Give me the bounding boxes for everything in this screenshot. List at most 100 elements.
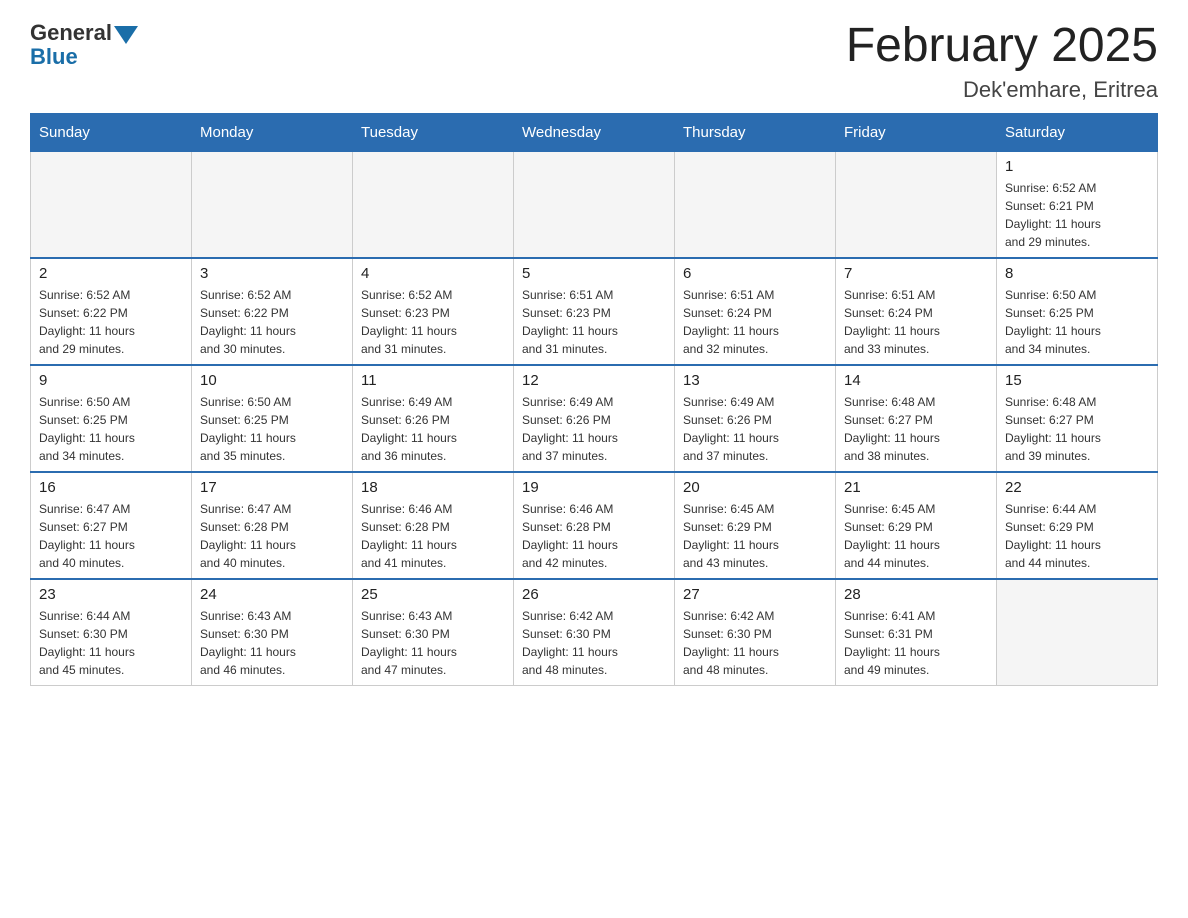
- day-info: Sunrise: 6:49 AM Sunset: 6:26 PM Dayligh…: [522, 393, 666, 465]
- day-number: 15: [1005, 372, 1149, 389]
- day-info: Sunrise: 6:45 AM Sunset: 6:29 PM Dayligh…: [683, 500, 827, 572]
- day-info: Sunrise: 6:50 AM Sunset: 6:25 PM Dayligh…: [200, 393, 344, 465]
- day-info: Sunrise: 6:48 AM Sunset: 6:27 PM Dayligh…: [844, 393, 988, 465]
- day-number: 23: [39, 586, 183, 603]
- calendar-week-5: 23 Sunrise: 6:44 AM Sunset: 6:30 PM Dayli…: [31, 579, 1158, 686]
- day-number: 3: [200, 265, 344, 282]
- calendar-cell: 24 Sunrise: 6:43 AM Sunset: 6:30 PM Dayli…: [192, 579, 353, 686]
- calendar-cell: 1Sunrise: 6:52 AM Sunset: 6:21 PM Daylig…: [997, 151, 1158, 258]
- day-number: 7: [844, 265, 988, 282]
- day-info: Sunrise: 6:46 AM Sunset: 6:28 PM Dayligh…: [522, 500, 666, 572]
- day-info: Sunrise: 6:52 AM Sunset: 6:23 PM Dayligh…: [361, 286, 505, 358]
- calendar-cell: 13 Sunrise: 6:49 AM Sunset: 6:26 PM Dayli…: [675, 365, 836, 472]
- calendar-week-2: 2 Sunrise: 6:52 AM Sunset: 6:22 PM Daylig…: [31, 258, 1158, 365]
- day-info: Sunrise: 6:44 AM Sunset: 6:29 PM Dayligh…: [1005, 500, 1149, 572]
- day-number: 27: [683, 586, 827, 603]
- day-number: 28: [844, 586, 988, 603]
- day-number: 2: [39, 265, 183, 282]
- calendar-cell: 2 Sunrise: 6:52 AM Sunset: 6:22 PM Daylig…: [31, 258, 192, 365]
- day-info: Sunrise: 6:51 AM Sunset: 6:24 PM Dayligh…: [683, 286, 827, 358]
- day-number: 24: [200, 586, 344, 603]
- month-title: February 2025: [846, 20, 1158, 73]
- calendar-cell: 18 Sunrise: 6:46 AM Sunset: 6:28 PM Dayli…: [353, 472, 514, 579]
- day-header-saturday: Saturday: [997, 113, 1158, 151]
- calendar-cell: 21 Sunrise: 6:45 AM Sunset: 6:29 PM Dayli…: [836, 472, 997, 579]
- logo: General Blue: [30, 20, 138, 70]
- calendar-cell: 23 Sunrise: 6:44 AM Sunset: 6:30 PM Dayli…: [31, 579, 192, 686]
- calendar-cell: 25 Sunrise: 6:43 AM Sunset: 6:30 PM Dayli…: [353, 579, 514, 686]
- calendar-cell: [353, 151, 514, 258]
- calendar-cell: 8 Sunrise: 6:50 AM Sunset: 6:25 PM Daylig…: [997, 258, 1158, 365]
- location: Dek'emhare, Eritrea: [846, 77, 1158, 103]
- calendar-week-1: 1Sunrise: 6:52 AM Sunset: 6:21 PM Daylig…: [31, 151, 1158, 258]
- calendar-cell: 26 Sunrise: 6:42 AM Sunset: 6:30 PM Dayli…: [514, 579, 675, 686]
- calendar-cell: 5Sunrise: 6:51 AM Sunset: 6:23 PM Daylig…: [514, 258, 675, 365]
- day-header-monday: Monday: [192, 113, 353, 151]
- day-info: Sunrise: 6:49 AM Sunset: 6:26 PM Dayligh…: [683, 393, 827, 465]
- day-info: Sunrise: 6:47 AM Sunset: 6:28 PM Dayligh…: [200, 500, 344, 572]
- page-header: General Blue February 2025 Dek'emhare, E…: [30, 20, 1158, 103]
- day-info: Sunrise: 6:41 AM Sunset: 6:31 PM Dayligh…: [844, 607, 988, 679]
- calendar-cell: [997, 579, 1158, 686]
- day-info: Sunrise: 6:50 AM Sunset: 6:25 PM Dayligh…: [39, 393, 183, 465]
- calendar-cell: 22 Sunrise: 6:44 AM Sunset: 6:29 PM Dayli…: [997, 472, 1158, 579]
- day-number: 4: [361, 265, 505, 282]
- day-info: Sunrise: 6:46 AM Sunset: 6:28 PM Dayligh…: [361, 500, 505, 572]
- day-number: 22: [1005, 479, 1149, 496]
- day-info: Sunrise: 6:49 AM Sunset: 6:26 PM Dayligh…: [361, 393, 505, 465]
- day-info: Sunrise: 6:43 AM Sunset: 6:30 PM Dayligh…: [361, 607, 505, 679]
- day-number: 18: [361, 479, 505, 496]
- day-info: Sunrise: 6:52 AM Sunset: 6:22 PM Dayligh…: [200, 286, 344, 358]
- calendar-cell: [192, 151, 353, 258]
- calendar-cell: 16 Sunrise: 6:47 AM Sunset: 6:27 PM Dayli…: [31, 472, 192, 579]
- day-number: 5: [522, 265, 666, 282]
- calendar-cell: 9 Sunrise: 6:50 AM Sunset: 6:25 PM Daylig…: [31, 365, 192, 472]
- day-info: Sunrise: 6:42 AM Sunset: 6:30 PM Dayligh…: [683, 607, 827, 679]
- day-number: 6: [683, 265, 827, 282]
- day-header-thursday: Thursday: [675, 113, 836, 151]
- day-info: Sunrise: 6:47 AM Sunset: 6:27 PM Dayligh…: [39, 500, 183, 572]
- calendar-cell: 6 Sunrise: 6:51 AM Sunset: 6:24 PM Daylig…: [675, 258, 836, 365]
- day-info: Sunrise: 6:52 AM Sunset: 6:21 PM Dayligh…: [1005, 179, 1149, 251]
- calendar-cell: 3 Sunrise: 6:52 AM Sunset: 6:22 PM Daylig…: [192, 258, 353, 365]
- day-number: 21: [844, 479, 988, 496]
- day-info: Sunrise: 6:50 AM Sunset: 6:25 PM Dayligh…: [1005, 286, 1149, 358]
- calendar-cell: 17 Sunrise: 6:47 AM Sunset: 6:28 PM Dayli…: [192, 472, 353, 579]
- day-number: 20: [683, 479, 827, 496]
- day-info: Sunrise: 6:45 AM Sunset: 6:29 PM Dayligh…: [844, 500, 988, 572]
- day-number: 10: [200, 372, 344, 389]
- calendar-cell: 4 Sunrise: 6:52 AM Sunset: 6:23 PM Daylig…: [353, 258, 514, 365]
- day-number: 9: [39, 372, 183, 389]
- calendar-cell: 28 Sunrise: 6:41 AM Sunset: 6:31 PM Dayli…: [836, 579, 997, 686]
- day-number: 13: [683, 372, 827, 389]
- day-number: 26: [522, 586, 666, 603]
- calendar-cell: 12Sunrise: 6:49 AM Sunset: 6:26 PM Dayli…: [514, 365, 675, 472]
- day-info: Sunrise: 6:42 AM Sunset: 6:30 PM Dayligh…: [522, 607, 666, 679]
- day-number: 17: [200, 479, 344, 496]
- day-header-friday: Friday: [836, 113, 997, 151]
- calendar-cell: [836, 151, 997, 258]
- calendar-cell: [31, 151, 192, 258]
- day-number: 8: [1005, 265, 1149, 282]
- calendar-cell: 10 Sunrise: 6:50 AM Sunset: 6:25 PM Dayli…: [192, 365, 353, 472]
- calendar-cell: 15Sunrise: 6:48 AM Sunset: 6:27 PM Dayli…: [997, 365, 1158, 472]
- day-info: Sunrise: 6:51 AM Sunset: 6:24 PM Dayligh…: [844, 286, 988, 358]
- calendar-table: SundayMondayTuesdayWednesdayThursdayFrid…: [30, 113, 1158, 686]
- day-header-sunday: Sunday: [31, 113, 192, 151]
- title-section: February 2025 Dek'emhare, Eritrea: [846, 20, 1158, 103]
- calendar-week-4: 16 Sunrise: 6:47 AM Sunset: 6:27 PM Dayli…: [31, 472, 1158, 579]
- day-number: 19: [522, 479, 666, 496]
- day-info: Sunrise: 6:52 AM Sunset: 6:22 PM Dayligh…: [39, 286, 183, 358]
- calendar-cell: 19 Sunrise: 6:46 AM Sunset: 6:28 PM Dayli…: [514, 472, 675, 579]
- day-info: Sunrise: 6:43 AM Sunset: 6:30 PM Dayligh…: [200, 607, 344, 679]
- day-header-tuesday: Tuesday: [353, 113, 514, 151]
- calendar-cell: 7 Sunrise: 6:51 AM Sunset: 6:24 PM Daylig…: [836, 258, 997, 365]
- calendar-cell: [675, 151, 836, 258]
- day-number: 14: [844, 372, 988, 389]
- day-info: Sunrise: 6:44 AM Sunset: 6:30 PM Dayligh…: [39, 607, 183, 679]
- calendar-cell: 11Sunrise: 6:49 AM Sunset: 6:26 PM Dayli…: [353, 365, 514, 472]
- day-number: 25: [361, 586, 505, 603]
- day-number: 16: [39, 479, 183, 496]
- calendar-cell: 27 Sunrise: 6:42 AM Sunset: 6:30 PM Dayli…: [675, 579, 836, 686]
- calendar-header-row: SundayMondayTuesdayWednesdayThursdayFrid…: [31, 113, 1158, 151]
